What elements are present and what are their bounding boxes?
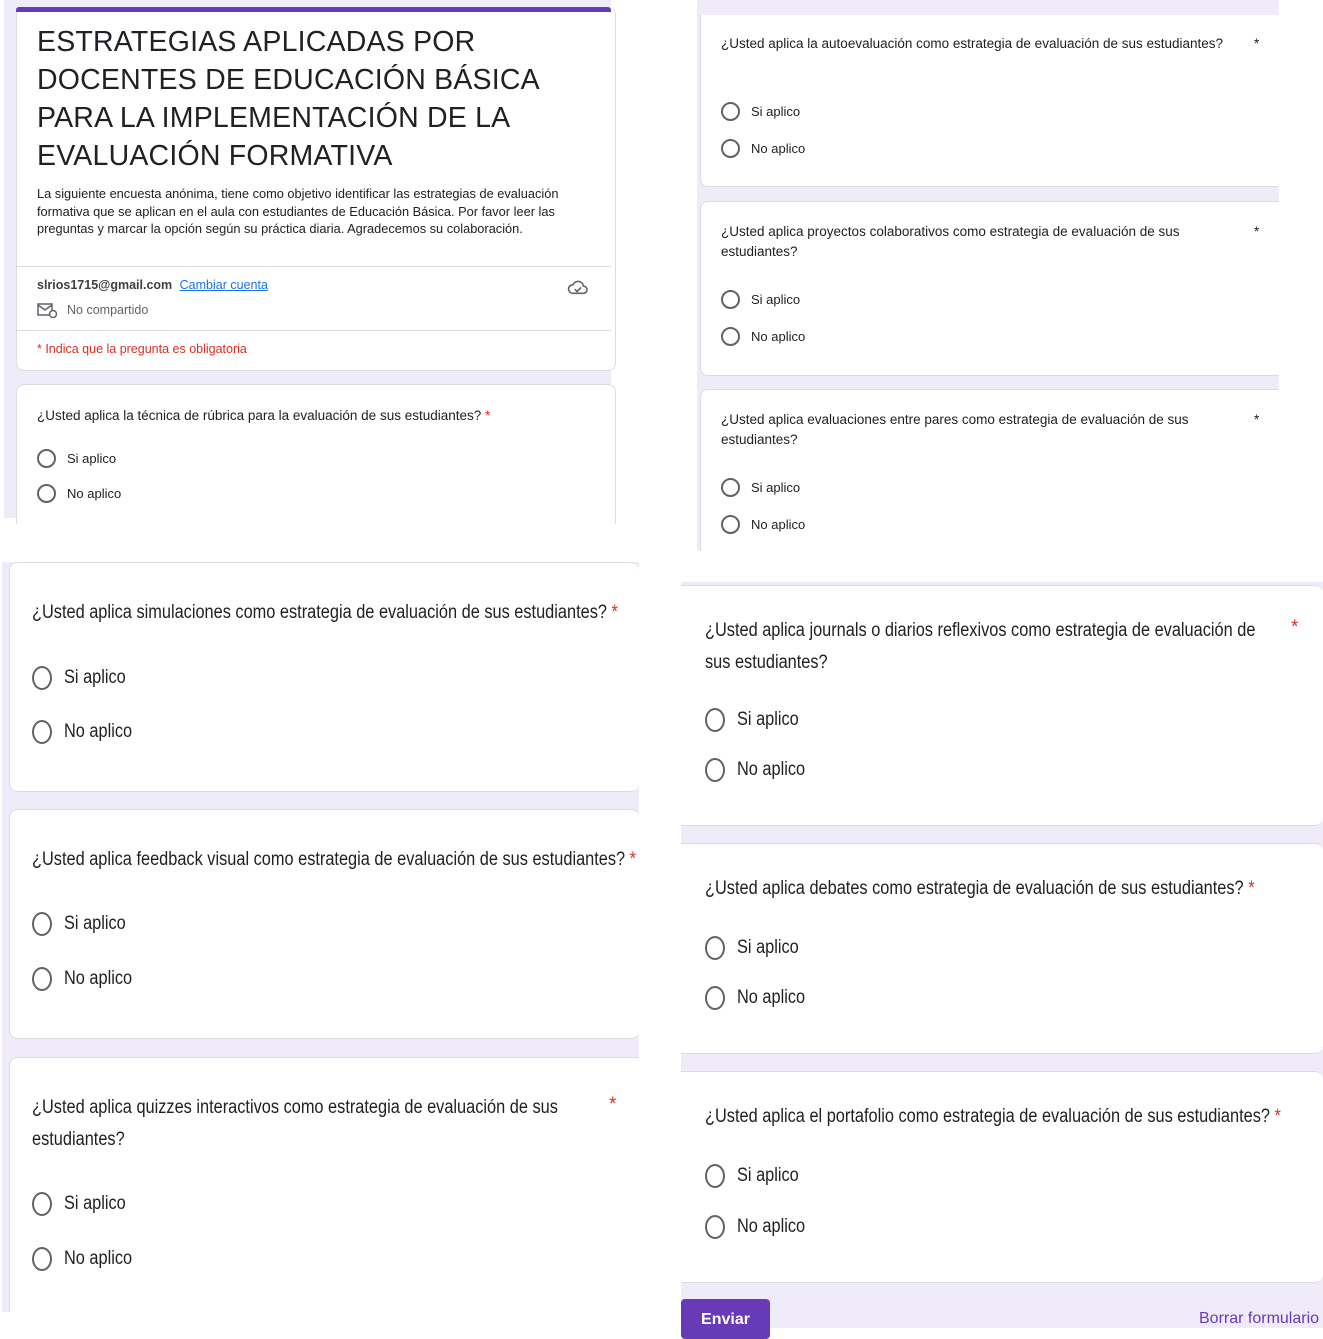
option-label: No aplico (64, 1248, 133, 1269)
required-asterisk: * (1254, 412, 1260, 427)
submit-button[interactable]: Enviar (681, 1299, 770, 1339)
radio-button[interactable] (721, 139, 740, 158)
radio-button[interactable] (32, 720, 52, 744)
form-description: La siguiente encuesta anónima, tiene com… (37, 186, 559, 236)
option-label: No aplico (751, 329, 806, 344)
radio-button[interactable] (32, 1192, 52, 1216)
required-asterisk: * (1291, 617, 1299, 638)
clear-form-link[interactable]: Borrar formulario (1199, 1310, 1319, 1328)
radio-button[interactable] (721, 290, 740, 309)
option-si[interactable]: Si aplico (721, 478, 800, 497)
option-si[interactable]: Si aplico (32, 912, 136, 936)
option-no[interactable]: No aplico (705, 758, 816, 782)
option-si[interactable]: Si aplico (37, 449, 116, 468)
radio-button[interactable] (705, 936, 725, 960)
radio-button[interactable] (721, 515, 740, 534)
option-label: Si aplico (64, 913, 126, 934)
question-text: ¿Usted aplica la autoevaluación como est… (721, 36, 1224, 51)
form-title: ESTRATEGIAS APLICADAS POR DOCENTES DE ED… (37, 26, 539, 172)
option-label: Si aplico (751, 292, 801, 307)
option-label: Si aplico (751, 480, 801, 495)
option-si[interactable]: Si aplico (705, 708, 809, 732)
question-text: ¿Usted aplica la técnica de rúbrica para… (37, 408, 491, 423)
radio-button[interactable] (32, 1247, 52, 1271)
not-shared-icon (37, 303, 57, 318)
required-note: * Indica que la pregunta es obligatoria (37, 342, 247, 356)
divider (16, 330, 611, 331)
option-label: No aplico (64, 968, 133, 989)
radio-button[interactable] (32, 912, 52, 936)
option-no[interactable]: No aplico (32, 720, 143, 744)
option-label: Si aplico (737, 1165, 799, 1186)
radio-button[interactable] (32, 666, 52, 690)
question-text: ¿Usted aplica evaluaciones entre pares c… (721, 412, 1189, 447)
option-label: Si aplico (737, 937, 799, 958)
question-text: ¿Usted aplica journals o diarios reflexi… (705, 620, 1256, 673)
question-text: ¿Usted aplica debates como estrategia de… (705, 878, 1255, 899)
required-asterisk: * (485, 408, 491, 423)
radio-button[interactable] (705, 1215, 725, 1239)
option-no[interactable]: No aplico (32, 967, 143, 991)
option-label: No aplico (751, 141, 806, 156)
option-no[interactable]: No aplico (721, 327, 805, 346)
option-si[interactable]: Si aplico (721, 102, 800, 121)
option-label: Si aplico (64, 1193, 126, 1214)
option-no[interactable]: No aplico (705, 986, 816, 1010)
option-si[interactable]: Si aplico (721, 290, 800, 309)
radio-button[interactable] (37, 484, 56, 503)
option-si[interactable]: Si aplico (32, 1192, 136, 1216)
radio-button[interactable] (721, 478, 740, 497)
option-label: No aplico (737, 759, 806, 780)
switch-account-link[interactable]: Cambiar cuenta (180, 278, 268, 292)
radio-button[interactable] (32, 967, 52, 991)
required-asterisk: * (1274, 1106, 1281, 1127)
option-si[interactable]: Si aplico (32, 666, 136, 690)
account-email: slrios1715@gmail.com (37, 278, 173, 292)
option-label: Si aplico (751, 104, 801, 119)
radio-button[interactable] (705, 986, 725, 1010)
option-label: Si aplico (67, 451, 117, 466)
radio-button[interactable] (721, 327, 740, 346)
option-si[interactable]: Si aplico (705, 1164, 809, 1188)
option-no[interactable]: No aplico (32, 1247, 143, 1271)
question-text: ¿Usted aplica simulaciones como estrateg… (32, 602, 618, 623)
option-no[interactable]: No aplico (705, 1215, 816, 1239)
account-email-row: slrios1715@gmail.com Cambiar cuenta (37, 278, 268, 292)
sharing-status: No compartido (37, 302, 148, 318)
required-asterisk: * (611, 602, 618, 623)
option-label: No aplico (737, 1216, 806, 1237)
question-text: ¿Usted aplica el portafolio como estrate… (705, 1106, 1281, 1127)
header-accent-bar (16, 7, 611, 12)
required-asterisk: * (1254, 224, 1260, 239)
option-label: No aplico (751, 517, 806, 532)
radio-button[interactable] (705, 758, 725, 782)
radio-button[interactable] (37, 449, 56, 468)
option-si[interactable]: Si aplico (705, 936, 809, 960)
cloud-saved-icon[interactable] (567, 278, 589, 296)
option-no[interactable]: No aplico (721, 139, 805, 158)
not-shared-label: No compartido (67, 303, 149, 317)
divider (16, 266, 611, 267)
question-text: ¿Usted aplica proyectos colaborativos co… (721, 224, 1180, 259)
required-asterisk: * (1248, 878, 1255, 899)
option-label: No aplico (67, 486, 122, 501)
option-label: Si aplico (64, 667, 126, 688)
question-text: ¿Usted aplica quizzes interactivos como … (32, 1097, 558, 1150)
option-label: Si aplico (737, 709, 799, 730)
question-text: ¿Usted aplica feedback visual como estra… (32, 849, 637, 870)
option-label: No aplico (737, 987, 806, 1008)
radio-button[interactable] (705, 1164, 725, 1188)
required-asterisk: * (1254, 36, 1260, 51)
option-no[interactable]: No aplico (37, 484, 121, 503)
option-no[interactable]: No aplico (721, 515, 805, 534)
required-asterisk: * (609, 1094, 617, 1115)
radio-button[interactable] (721, 102, 740, 121)
required-asterisk: * (629, 849, 637, 870)
radio-button[interactable] (705, 708, 725, 732)
option-label: No aplico (64, 721, 133, 742)
